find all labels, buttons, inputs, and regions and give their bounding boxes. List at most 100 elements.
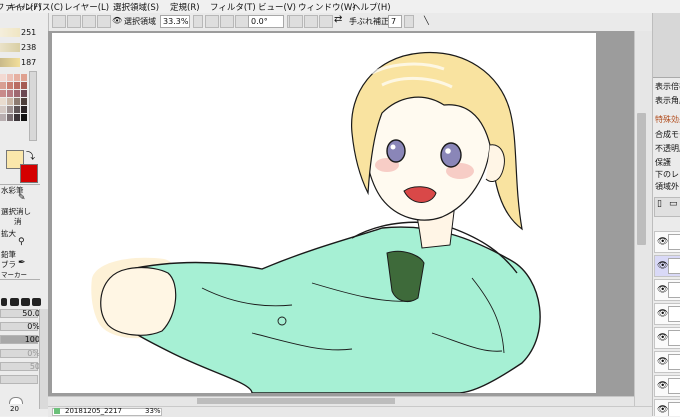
opacity-label: 不透明度 <box>655 144 680 153</box>
eye-icon[interactable]: 👁 <box>657 357 668 367</box>
zoom-reset-button[interactable] <box>235 15 249 28</box>
swatch[interactable] <box>0 82 6 89</box>
swap-colors-icon[interactable]: ⤵ <box>26 149 35 162</box>
swatch[interactable] <box>7 106 13 113</box>
menu-view[interactable]: ビュー(V) <box>258 1 296 13</box>
angle-field[interactable]: 0.0° <box>248 15 284 28</box>
layer-item[interactable]: 👁 <box>654 399 680 416</box>
magnifier-icon[interactable]: ⚲ <box>18 237 25 247</box>
stabilizer-label: 手ぶれ補正 <box>349 17 389 26</box>
swatch[interactable] <box>7 74 13 81</box>
palette-scrollbar[interactable] <box>29 71 37 141</box>
tool-button-1[interactable] <box>52 15 66 28</box>
swatch[interactable] <box>14 90 20 97</box>
canvas-tab-name: 20181205_2217 <box>65 407 122 415</box>
saturation-slider[interactable] <box>0 43 20 52</box>
brush-shape-round[interactable] <box>1 298 7 306</box>
menu-window[interactable]: ウィンドウ(W) <box>298 1 356 13</box>
flip-icon[interactable]: ⇄ <box>334 14 342 25</box>
eye-icon[interactable]: 👁 <box>657 309 668 319</box>
tool-marker[interactable]: マーカー <box>1 269 27 279</box>
menu-ruler[interactable]: 定規(R) <box>170 1 200 13</box>
special-effects-label[interactable]: 特殊効果 <box>655 114 680 125</box>
swatch[interactable] <box>21 90 27 97</box>
rotate-left-button[interactable] <box>289 15 303 28</box>
eye-icon[interactable]: 👁 <box>657 333 668 343</box>
swatch[interactable] <box>14 106 20 113</box>
brush-size-value: 50.0 <box>22 309 40 318</box>
horizontal-scroll-thumb[interactable] <box>197 398 395 404</box>
menu-filter[interactable]: フィルタ(T) <box>210 1 256 13</box>
brush-shape-square[interactable] <box>10 298 19 306</box>
eye-icon[interactable]: 👁 <box>657 285 668 295</box>
eye-icon[interactable]: 👁 <box>657 261 668 271</box>
rotate-reset-button[interactable] <box>319 15 333 28</box>
swatch[interactable] <box>7 90 13 97</box>
folder-icon[interactable]: ▭ <box>669 199 678 209</box>
persistence-slider[interactable] <box>0 375 38 384</box>
swatch[interactable] <box>0 114 6 121</box>
stabilizer-dropdown[interactable] <box>404 15 414 28</box>
swatch[interactable] <box>0 90 6 97</box>
zoom-field[interactable]: 33.3% <box>160 15 190 28</box>
layer-item[interactable]: 👁 <box>654 375 680 397</box>
swatch[interactable] <box>7 98 13 105</box>
layer-item-selected[interactable]: 👁 <box>654 255 680 277</box>
hue-slider[interactable] <box>0 28 20 37</box>
canvas[interactable] <box>52 33 596 393</box>
swatch[interactable] <box>21 98 27 105</box>
rotate-right-button[interactable] <box>304 15 318 28</box>
clip-lower-checkbox[interactable]: 下のレ <box>655 169 679 180</box>
tool-zoom[interactable]: 拡大 <box>1 228 16 239</box>
zoom-in-button[interactable] <box>220 15 234 28</box>
swatch[interactable] <box>7 114 13 121</box>
menu-layer[interactable]: レイヤー(L) <box>64 1 109 13</box>
navigator-preview[interactable] <box>653 13 680 78</box>
outside-area-radio[interactable]: 領域外 <box>655 181 679 192</box>
swatch[interactable] <box>14 114 20 121</box>
layer-thumbnail <box>668 282 680 298</box>
layer-item[interactable]: 👁 <box>654 303 680 325</box>
layer-item[interactable]: 👁 <box>654 351 680 373</box>
tool-panel-scrollbar[interactable] <box>39 309 48 409</box>
canvas-tab[interactable]: 20181205_2217 33% <box>52 407 162 416</box>
swatch[interactable] <box>7 82 13 89</box>
swatch[interactable] <box>21 74 27 81</box>
tool-button-2[interactable] <box>67 15 81 28</box>
zoom-dropdown[interactable] <box>193 15 203 28</box>
zoom-out-button[interactable] <box>205 15 219 28</box>
eye-icon[interactable]: 👁 <box>657 237 668 247</box>
layer-item[interactable]: 👁 <box>654 327 680 349</box>
stabilizer-field[interactable]: 7 <box>388 15 402 28</box>
layer-item[interactable]: 👁 <box>654 279 680 301</box>
eye-icon[interactable]: 👁 <box>657 405 668 415</box>
vertical-scroll-thumb[interactable] <box>637 113 646 245</box>
tool-button-3[interactable] <box>82 15 96 28</box>
swatch[interactable] <box>14 82 20 89</box>
tool-button-4[interactable] <box>97 15 111 28</box>
menu-help[interactable]: ヘルプ(H) <box>352 1 391 13</box>
swatch[interactable] <box>21 106 27 113</box>
swatch[interactable] <box>0 74 6 81</box>
new-layer-icon[interactable]: ▯ <box>657 199 662 209</box>
pen-icon[interactable]: ✒ <box>18 258 26 268</box>
menu-selection[interactable]: 選択領域(S) <box>113 1 159 13</box>
sub-color-swatch[interactable] <box>20 164 38 183</box>
swatch[interactable] <box>14 98 20 105</box>
eye-icon[interactable]: 👁 <box>657 381 668 391</box>
brush-icon[interactable]: ✎ <box>18 193 26 203</box>
swatch[interactable] <box>14 74 20 81</box>
swatch[interactable] <box>0 98 6 105</box>
protect-label: 保護 <box>655 158 671 167</box>
menu-canvas[interactable]: キャンバス(C) <box>8 1 63 13</box>
swatch[interactable] <box>21 82 27 89</box>
eye-icon[interactable]: 👁 <box>112 16 122 25</box>
swatch[interactable] <box>0 106 6 113</box>
tool-eraser[interactable]: 消 <box>14 216 22 227</box>
value-slider[interactable] <box>0 58 20 67</box>
brush-shape-flat[interactable] <box>21 298 30 306</box>
swatch[interactable] <box>21 114 27 121</box>
line-icon[interactable]: ╲ <box>424 16 429 25</box>
layer-item[interactable]: 👁 <box>654 231 680 253</box>
brush-shape-wide[interactable] <box>32 298 41 306</box>
